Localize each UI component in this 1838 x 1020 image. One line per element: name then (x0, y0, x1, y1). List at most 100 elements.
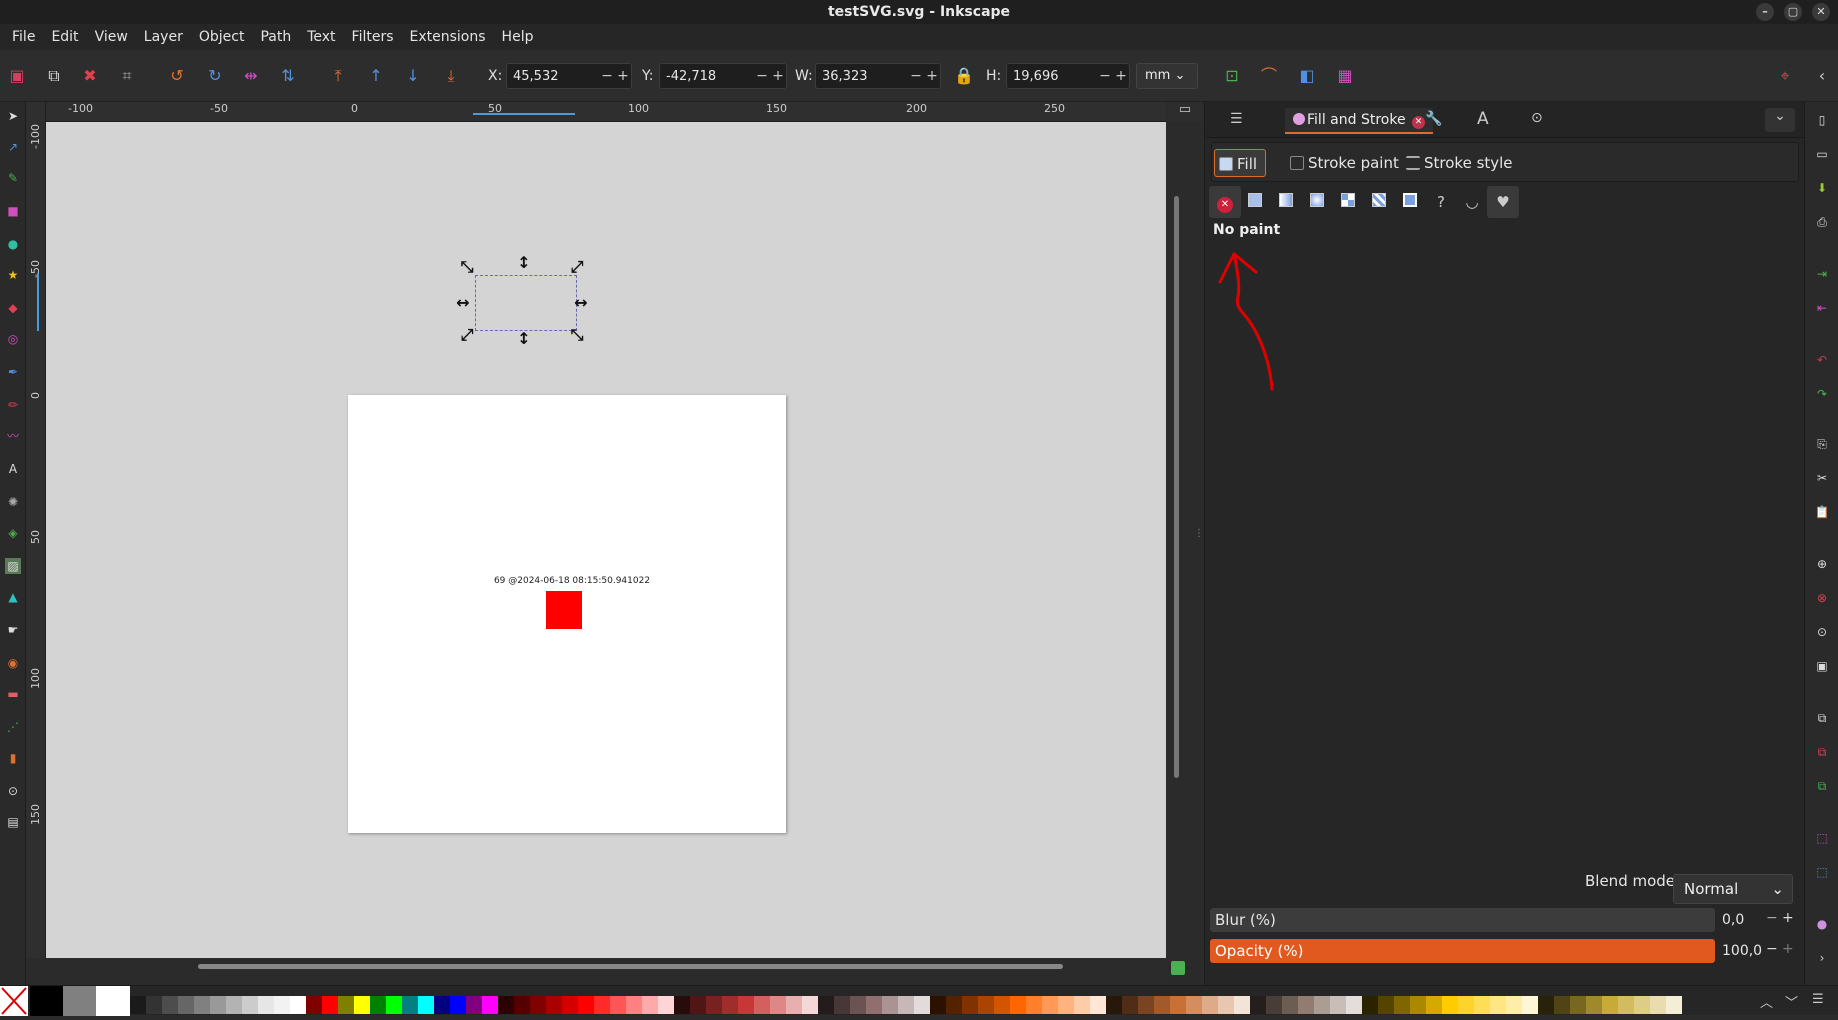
opacity-slider[interactable]: Opacity (%) (1210, 939, 1715, 963)
close-window-button[interactable]: ✕ (1812, 3, 1830, 21)
y-decrement-button[interactable]: − (754, 68, 770, 84)
new-document-icon[interactable]: ▯ (1814, 112, 1830, 128)
text-tool-icon[interactable]: A (5, 461, 21, 477)
palette-swatch[interactable] (1650, 996, 1666, 1014)
unit-select[interactable]: mm ⌄ (1136, 63, 1198, 89)
palette-swatch[interactable] (946, 996, 962, 1014)
palette-swatch[interactable] (818, 996, 834, 1014)
scale-handle-sw[interactable]: ⤢ (459, 327, 475, 343)
palette-swatch[interactable] (610, 996, 626, 1014)
palette-swatch[interactable] (578, 996, 594, 1014)
measure-tool-icon[interactable]: ▮ (5, 750, 21, 766)
zoom-selection-icon[interactable]: ⊕ (1814, 556, 1830, 572)
spray-tool-icon[interactable]: ✺ (5, 494, 21, 510)
chevron-right-icon[interactable]: › (1814, 950, 1830, 966)
palette-swatch[interactable] (1506, 996, 1522, 1014)
xml-editor-tab-icon[interactable]: 🔧 (1425, 111, 1442, 127)
palette-swatch[interactable] (722, 996, 738, 1014)
palette-swatch[interactable] (1090, 996, 1106, 1014)
x-spinbox[interactable]: 45,532 − + (506, 63, 632, 89)
palette-swatch[interactable] (1442, 996, 1458, 1014)
palette-swatch[interactable] (882, 996, 898, 1014)
palette-swatch[interactable] (770, 996, 786, 1014)
palette-swatch[interactable] (1410, 996, 1426, 1014)
mesh-tool-icon[interactable]: ▲ (5, 589, 21, 605)
palette-swatch[interactable] (370, 996, 386, 1014)
palette-swatch[interactable] (562, 996, 578, 1014)
palette-swatch[interactable] (738, 996, 754, 1014)
palette-swatch[interactable] (130, 996, 146, 1014)
pencil-tool-icon[interactable]: ✏ (5, 397, 21, 413)
object-properties-tab-icon[interactable]: ⊙ (1531, 110, 1543, 126)
touch-select-icon[interactable]: ⌗ (117, 66, 137, 86)
transform-stroke-icon[interactable]: ⊡ (1222, 66, 1242, 86)
zoom-page-icon[interactable]: ⊙ (1814, 624, 1830, 640)
snap-icon[interactable]: ⌖ (1775, 66, 1795, 86)
palette-swatch[interactable] (466, 996, 482, 1014)
minimize-button[interactable]: – (1756, 3, 1774, 21)
select-all-icon[interactable]: ▣ (7, 66, 27, 86)
select-all-layers-icon[interactable]: ⧉ (44, 66, 64, 86)
palette-swatch[interactable] (1362, 996, 1378, 1014)
layers-tab-icon[interactable]: ☰ (1230, 111, 1243, 127)
w-spinbox[interactable]: 36,323 − + (815, 63, 941, 89)
flip-vertical-icon[interactable]: ⇅ (278, 66, 298, 86)
h-value[interactable]: 19,696 (1007, 69, 1097, 84)
palette-swatch[interactable] (402, 996, 418, 1014)
scale-handle-e[interactable]: ↔ (573, 295, 589, 311)
deselect-icon[interactable]: ✖ (80, 66, 100, 86)
fill-stroke-dialog-icon[interactable]: ● (1814, 916, 1830, 932)
y-value[interactable]: -42,718 (660, 69, 754, 84)
spiral-tool-icon[interactable]: ◎ (5, 331, 21, 347)
3dbox-tool-icon[interactable]: ◆ (5, 300, 21, 316)
palette-swatch[interactable] (994, 996, 1010, 1014)
zoom-drawing-icon[interactable]: ⊗ (1814, 590, 1830, 606)
h-decrement-button[interactable]: − (1097, 68, 1113, 84)
menu-file[interactable]: File (4, 24, 43, 50)
palette-swatch[interactable] (30, 986, 63, 1016)
menu-edit[interactable]: Edit (43, 24, 86, 50)
palette-swatch[interactable] (1458, 996, 1474, 1014)
menu-path[interactable]: Path (252, 24, 299, 50)
lower-icon[interactable]: ↓ (403, 66, 423, 86)
scale-handle-n[interactable]: ↕ (516, 255, 532, 271)
scale-handle-s[interactable]: ↕ (516, 331, 532, 347)
palette-scroll-up-icon[interactable]: ︿ (1760, 992, 1773, 1011)
linear-gradient-icon[interactable] (1270, 186, 1302, 218)
paste-icon[interactable]: 📋 (1814, 504, 1830, 520)
palette-swatch[interactable] (642, 996, 658, 1014)
palette-swatch[interactable] (930, 996, 946, 1014)
palette-swatch[interactable] (1602, 996, 1618, 1014)
palette-swatch[interactable] (226, 996, 242, 1014)
palette-swatch[interactable] (690, 996, 706, 1014)
palette-swatch[interactable] (1026, 996, 1042, 1014)
scale-handle-se[interactable]: ⤡ (569, 327, 585, 343)
raise-to-top-icon[interactable]: ⤒ (328, 66, 348, 86)
w-decrement-button[interactable]: − (908, 68, 924, 84)
import-icon[interactable]: ⇥ (1814, 266, 1830, 282)
palette-swatch[interactable] (594, 996, 610, 1014)
palette-swatch[interactable] (1138, 996, 1154, 1014)
opacity-decrement-button[interactable]: − (1766, 941, 1778, 957)
menu-view[interactable]: View (87, 24, 136, 50)
scale-handle-ne[interactable]: ⤢ (569, 259, 585, 275)
maximize-button[interactable]: ▢ (1784, 3, 1802, 21)
chevron-down-icon[interactable]: ⌄ (1765, 108, 1795, 132)
palette-swatch[interactable] (1154, 996, 1170, 1014)
opacity-value[interactable]: 100,0 (1722, 939, 1762, 963)
palette-scroll-down-icon[interactable]: ﹀ (1785, 992, 1798, 1011)
vertical-scrollbar[interactable] (1174, 196, 1179, 778)
palette-swatch[interactable] (1490, 996, 1506, 1014)
horizontal-scrollbar[interactable] (198, 964, 1063, 969)
menu-extensions[interactable]: Extensions (402, 24, 494, 50)
w-increment-button[interactable]: + (924, 68, 940, 84)
rect-tool-icon[interactable]: ■ (5, 203, 21, 219)
palette-swatch[interactable] (1474, 996, 1490, 1014)
radial-gradient-icon[interactable] (1301, 186, 1333, 218)
palette-swatch[interactable] (514, 996, 530, 1014)
chevron-left-icon[interactable]: ‹ (1812, 66, 1832, 86)
palette-swatch[interactable] (1074, 996, 1090, 1014)
palette-swatch[interactable] (418, 996, 434, 1014)
x-value[interactable]: 45,532 (507, 69, 599, 84)
palette-swatch[interactable] (63, 986, 96, 1016)
